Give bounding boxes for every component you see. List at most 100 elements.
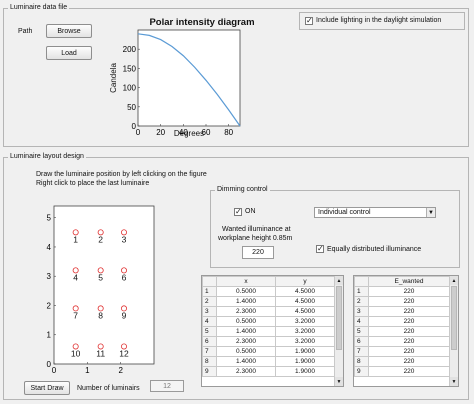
table-row[interactable]: 5 1.4000 3.2000 (202, 326, 335, 337)
luminaire-label: 10 (71, 348, 81, 358)
lighting-option-box (299, 12, 465, 30)
dimming-on-checkbox[interactable]: ✓ (234, 208, 242, 216)
equally-distributed-checkbox[interactable]: ✓ (316, 245, 324, 253)
e-cell[interactable]: 220 (368, 296, 450, 307)
table-row[interactable]: 4 220 (354, 316, 450, 327)
e-table-container: E_wanted 1 220 2 220 3 220 4 220 5 220 6 220 7 220 8 22… (353, 275, 459, 387)
xy-row-header: 8 (202, 356, 217, 367)
layout-y-tick-label: 3 (47, 272, 52, 281)
layout-y-tick-label: 2 (47, 301, 52, 310)
xy-header-y: y (275, 276, 335, 287)
control-mode-value: Individual control (318, 209, 371, 216)
table-row[interactable]: 1 220 (354, 286, 450, 297)
table-row[interactable]: 9 2.3000 1.9000 (202, 366, 335, 377)
xy-scroll-thumb[interactable] (336, 286, 342, 350)
xy-cell[interactable]: 4.5000 (275, 286, 335, 297)
table-row[interactable]: 6 220 (354, 336, 450, 347)
e-cell[interactable]: 220 (368, 366, 450, 377)
control-mode-select[interactable]: Individual control ▼ (314, 207, 436, 218)
y-tick-label: 50 (127, 103, 136, 112)
y-tick-label: 200 (123, 45, 137, 54)
scroll-down-icon[interactable]: ▼ (335, 377, 343, 386)
xy-row-header: 7 (202, 346, 217, 357)
xy-cell[interactable]: 3.2000 (275, 336, 335, 347)
luminaire-label: 12 (119, 348, 129, 358)
table-row[interactable]: 8 1.4000 1.9000 (202, 356, 335, 367)
xy-cell[interactable]: 3.2000 (275, 316, 335, 327)
scroll-down-icon[interactable]: ▼ (450, 377, 458, 386)
xy-cell[interactable]: 1.4000 (216, 356, 276, 367)
chevron-down-icon[interactable]: ▼ (426, 208, 435, 217)
y-tick-label: 150 (123, 64, 137, 73)
load-button[interactable]: Load (46, 46, 92, 60)
luminaire-layout-plot[interactable]: 0 1 2012345 1 2 34 5 67 8 910 11 12 (40, 200, 160, 380)
luminaire-label: 5 (98, 272, 103, 282)
xy-cell[interactable]: 1.4000 (216, 296, 276, 307)
table-row[interactable]: 6 2.3000 3.2000 (202, 336, 335, 347)
xy-table-scrollbar[interactable]: ▲ ▼ (334, 276, 343, 386)
chart-xlabel: Degrees (174, 129, 204, 138)
xy-row-header: 1 (202, 286, 217, 297)
xy-cell[interactable]: 0.5000 (216, 346, 276, 357)
x-tick-label: 0 (136, 128, 141, 137)
layout-y-tick-label: 1 (47, 331, 52, 340)
e-cell[interactable]: 220 (368, 306, 450, 317)
table-row[interactable]: 8 220 (354, 356, 450, 367)
e-row-header: 8 (354, 356, 369, 367)
xy-cell[interactable]: 1.9000 (275, 366, 335, 377)
luminaire-label: 1 (73, 234, 78, 244)
table-row[interactable]: 7 0.5000 1.9000 (202, 346, 335, 357)
scroll-up-icon[interactable]: ▲ (335, 276, 343, 285)
e-cell[interactable]: 220 (368, 316, 450, 327)
luminaire-label: 11 (96, 348, 105, 358)
illuminance-input[interactable]: 220 (242, 246, 274, 259)
xy-table: x y 1 0.5000 4.5000 2 1.4000 4.5000 3 2.3000 4.5… (202, 276, 335, 377)
num-luminaires-label: Number of luminairs (77, 385, 140, 392)
layout-plot-area[interactable] (53, 205, 155, 365)
xy-cell[interactable]: 1.9000 (275, 346, 335, 357)
dimming-control-title: Dimming control (215, 186, 270, 193)
xy-cell[interactable]: 2.3000 (216, 306, 276, 317)
table-row[interactable]: 4 0.5000 3.2000 (202, 316, 335, 327)
table-row[interactable]: 3 2.3000 4.5000 (202, 306, 335, 317)
layout-y-tick-label: 4 (47, 243, 52, 252)
xy-cell[interactable]: 4.5000 (275, 296, 335, 307)
e-scroll-thumb[interactable] (451, 286, 457, 350)
start-draw-button[interactable]: Start Draw (24, 381, 70, 395)
chart-plot-area (137, 29, 241, 127)
xy-cell[interactable]: 1.9000 (275, 356, 335, 367)
xy-cell[interactable]: 4.5000 (275, 306, 335, 317)
e-cell[interactable]: 220 (368, 346, 450, 357)
checkmark-icon: ✓ (235, 207, 242, 216)
y-tick-label: 100 (123, 84, 137, 93)
scroll-up-icon[interactable]: ▲ (450, 276, 458, 285)
table-row[interactable]: 5 220 (354, 326, 450, 337)
e-row-header: 4 (354, 316, 369, 327)
e-cell[interactable]: 220 (368, 336, 450, 347)
browse-button[interactable]: Browse (46, 24, 92, 38)
e-cell[interactable]: 220 (368, 356, 450, 367)
luminaire-label: 8 (98, 310, 103, 320)
e-row-header: 9 (354, 366, 369, 377)
e-cell[interactable]: 220 (368, 326, 450, 337)
e-cell[interactable]: 220 (368, 286, 450, 297)
table-row[interactable]: 1 0.5000 4.5000 (202, 286, 335, 297)
instruction-line-2: Right click to place the last luminaire (36, 180, 150, 187)
xy-cell[interactable]: 0.5000 (216, 286, 276, 297)
xy-cell[interactable]: 2.3000 (216, 336, 276, 347)
xy-cell[interactable]: 2.3000 (216, 366, 276, 377)
xy-cell[interactable]: 1.4000 (216, 326, 276, 337)
luminaire-label: 4 (73, 272, 78, 282)
xy-cell[interactable]: 0.5000 (216, 316, 276, 327)
e-table-scrollbar[interactable]: ▲ ▼ (449, 276, 458, 386)
table-row[interactable]: 2 220 (354, 296, 450, 307)
table-row[interactable]: 3 220 (354, 306, 450, 317)
xy-row-header: 4 (202, 316, 217, 327)
table-row[interactable]: 9 220 (354, 366, 450, 377)
table-row[interactable]: 7 220 (354, 346, 450, 357)
table-row[interactable]: 2 1.4000 4.5000 (202, 296, 335, 307)
e-header-corner (354, 276, 369, 287)
polar-intensity-chart: Polar intensity diagram 0 20 40 60 800501001… (108, 14, 268, 138)
xy-cell[interactable]: 3.2000 (275, 326, 335, 337)
illuminance-label-2: workplane height 0.85m (218, 235, 293, 242)
